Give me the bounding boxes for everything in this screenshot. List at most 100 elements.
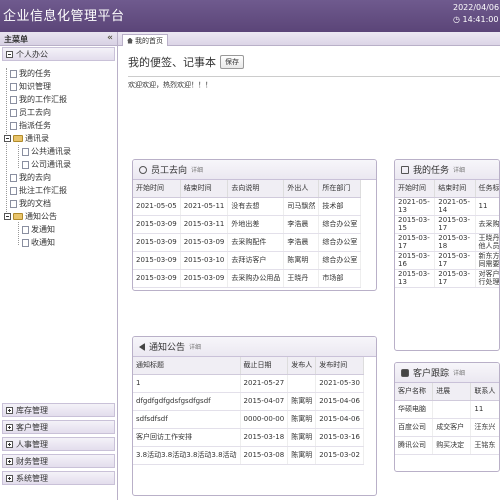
sidebar-group-hr[interactable]: 人事管理: [2, 437, 115, 451]
detail-link[interactable]: 详细: [191, 165, 203, 174]
column-header: 结束时间: [180, 180, 229, 198]
table-row[interactable]: 2015-03-132015-03-17对客户提出进行处理: [395, 269, 499, 288]
table-cell: 2015-03-09: [133, 233, 181, 252]
table-row[interactable]: 2015-03-09 2015-03-09 去采购办公用品 王晓丹 市场部: [133, 269, 362, 288]
expand-box-icon: [6, 406, 13, 414]
sidebar-item-my-tasks[interactable]: 我的任务: [10, 68, 51, 79]
table-row[interactable]: 客户回访工作安排 2015-03-18 陈寓明 2015-03-16: [133, 428, 364, 447]
sidebar-item-my-whereabouts[interactable]: 我的去向: [10, 172, 51, 183]
table-cell: 2015-03-16: [395, 251, 436, 270]
table-cell: 2015-04-06: [315, 410, 364, 429]
sidebar-item-assign-task[interactable]: 指派任务: [10, 120, 51, 131]
tab-home[interactable]: 我的首页: [122, 34, 168, 46]
tree-line: [18, 145, 19, 168]
sidebar-item-my-documents[interactable]: 我的文档: [10, 198, 51, 209]
table-cell: 2015-03-17: [434, 269, 476, 288]
table-cell: 汪东兴: [470, 418, 499, 437]
sidebar-bottom-groups: 库存管理 客户管理 人事管理 财务管理 系统管理: [0, 402, 117, 486]
table-row[interactable]: 2015-03-09 2015-03-09 去采购配件 李浩晨 综合办公室: [133, 233, 362, 252]
sidebar-folder-contacts[interactable]: 通讯录: [4, 133, 49, 144]
sidebar-item-send-notice[interactable]: 发通知: [22, 224, 55, 235]
table-row[interactable]: 2021-05-13 2021-05-14 11: [395, 197, 499, 216]
column-header: 客户名称: [395, 383, 434, 401]
table-row[interactable]: 1 2021-05-27 2021-05-30: [133, 374, 364, 393]
table-cell: 2015-03-13: [395, 269, 436, 288]
table-row[interactable]: 3.8活动3.8活动3.8活动3.8活动 2015-03-08 陈寓明 2015-03…: [133, 446, 364, 465]
table-cell: 2015-04-07: [240, 392, 289, 411]
edit-icon: [401, 165, 409, 174]
document-icon: [10, 95, 17, 104]
sidebar-item-receive-notice[interactable]: 收通知: [22, 237, 55, 248]
table-cell: 去采购配件: [475, 215, 499, 234]
sidebar-group-finance[interactable]: 财务管理: [2, 454, 115, 468]
table-cell: 11: [470, 400, 499, 419]
sidebar-item-knowledge[interactable]: 知识管理: [10, 81, 51, 92]
sidebar-item-employee-whereabouts[interactable]: 员工去向: [10, 107, 51, 118]
column-header: 开始时间: [133, 180, 181, 198]
table-row[interactable]: 2015-03-09 2015-03-10 去拜访客户 陈寓明 综合办公室: [133, 251, 362, 270]
table-cell: 2015-03-10: [180, 251, 229, 270]
table-cell: 新东方公司会同需要: [475, 251, 499, 270]
table-cell: [432, 400, 472, 419]
column-header: 截止日期: [240, 357, 289, 375]
table-cell: 2015-03-09: [133, 215, 181, 234]
table-cell: dfgdfgdfgdsfgsdfgsdf: [133, 392, 241, 411]
employee-whereabouts-panel: 员工去向 详细 开始时间 结束时间 去向说明 外出人 所在部门 2021-05-05 20…: [132, 159, 377, 291]
table-cell: 对客户提出进行处理: [475, 269, 499, 288]
sidebar-group-inventory[interactable]: 库存管理: [2, 403, 115, 417]
table-cell: 2015-03-18: [240, 428, 289, 447]
panel-title: 客户跟踪: [413, 369, 450, 379]
document-icon: [10, 199, 17, 208]
table-cell: 2015-03-17: [395, 233, 436, 252]
table-row[interactable]: 2021-05-05 2021-05-11 没有去想 司马飘然 技术部: [133, 197, 362, 216]
sidebar-folder-notices[interactable]: 通知公告: [4, 211, 57, 222]
table-row[interactable]: 腾讯公司购买决定王铭东13: [395, 436, 499, 455]
home-icon: [127, 37, 133, 44]
table-cell: 2015-04-06: [315, 392, 364, 411]
sidebar-item-public-contacts[interactable]: 公共通讯录: [22, 146, 71, 157]
sidebar-group-personal-office[interactable]: 个人办公: [2, 47, 115, 61]
table-row[interactable]: 2015-03-162015-03-17新东方公司会同需要: [395, 251, 499, 270]
detail-link[interactable]: 详细: [453, 368, 465, 377]
table-row[interactable]: sdfsdfsdf 0000-00-00 陈寓明 2015-04-06: [133, 410, 364, 429]
table-cell: 购买决定: [432, 436, 472, 455]
column-header: 任务标题: [475, 180, 499, 198]
table-row[interactable]: dfgdfgdfgdsfgsdfgsdf 2015-04-07 陈寓明 2015-04…: [133, 392, 364, 411]
expand-box-icon: [6, 423, 13, 431]
table-row[interactable]: 2015-03-152015-03-17去采购配件: [395, 215, 499, 234]
sidebar-item-company-contacts[interactable]: 公司通讯录: [22, 159, 71, 170]
memo-textarea[interactable]: 欢迎欢迎，热烈欢迎！！！: [128, 80, 428, 90]
expand-box-icon: [6, 440, 13, 448]
column-header: 结束时间: [434, 180, 476, 198]
table-cell: 2015-03-08: [240, 446, 289, 465]
save-button[interactable]: 保存: [220, 55, 244, 69]
table-cell: 3.8活动3.8活动3.8活动3.8活动: [133, 446, 241, 465]
memo-section: 我的便签、记事本 保存 欢迎欢迎，热烈欢迎！！！: [128, 54, 244, 89]
table-cell: 综合办公室: [318, 215, 362, 234]
table-cell: [287, 374, 317, 393]
table-row[interactable]: 2015-03-09 2015-03-11 外地出差 李浩晨 综合办公室: [133, 215, 362, 234]
sidebar-group-customers[interactable]: 客户管理: [2, 420, 115, 434]
panel-title: 我的任务: [413, 166, 450, 176]
table-row[interactable]: 2015-03-172015-03-18王晓丹准备其他人员: [395, 233, 499, 252]
detail-link[interactable]: 详细: [453, 165, 465, 174]
sidebar: 主菜单 « 个人办公 我的任务 知识管理 我的工作汇报 员工去向 指派任务 通讯…: [0, 32, 118, 500]
sidebar-group-system[interactable]: 系统管理: [2, 471, 115, 485]
sidebar-item-annotate-report[interactable]: 批注工作汇报: [10, 185, 67, 196]
table-row[interactable]: 百度公司成交客户汪东兴13: [395, 418, 499, 437]
table-cell: 王晓丹: [283, 269, 320, 288]
table-row[interactable]: 华硕电脑1111: [395, 400, 499, 419]
collapse-sidebar-icon[interactable]: «: [107, 33, 113, 43]
panel-title: 通知公告: [149, 343, 186, 353]
table-cell: 去采购配件: [227, 233, 285, 252]
detail-link[interactable]: 详细: [189, 342, 201, 351]
current-date: 2022/04/06: [453, 3, 500, 12]
sidebar-item-my-report[interactable]: 我的工作汇报: [10, 94, 67, 105]
main-content: 我的首页 我的便签、记事本 保存 欢迎欢迎，热烈欢迎！！！ 员工去向 详细 开始…: [118, 32, 500, 500]
table-cell: 2021-05-05: [133, 197, 181, 216]
document-icon: [10, 173, 17, 182]
table-cell: 李浩晨: [283, 215, 320, 234]
expand-box-icon: [6, 457, 13, 465]
table-cell: 2021-05-11: [180, 197, 229, 216]
table-cell: 成交客户: [432, 418, 472, 437]
